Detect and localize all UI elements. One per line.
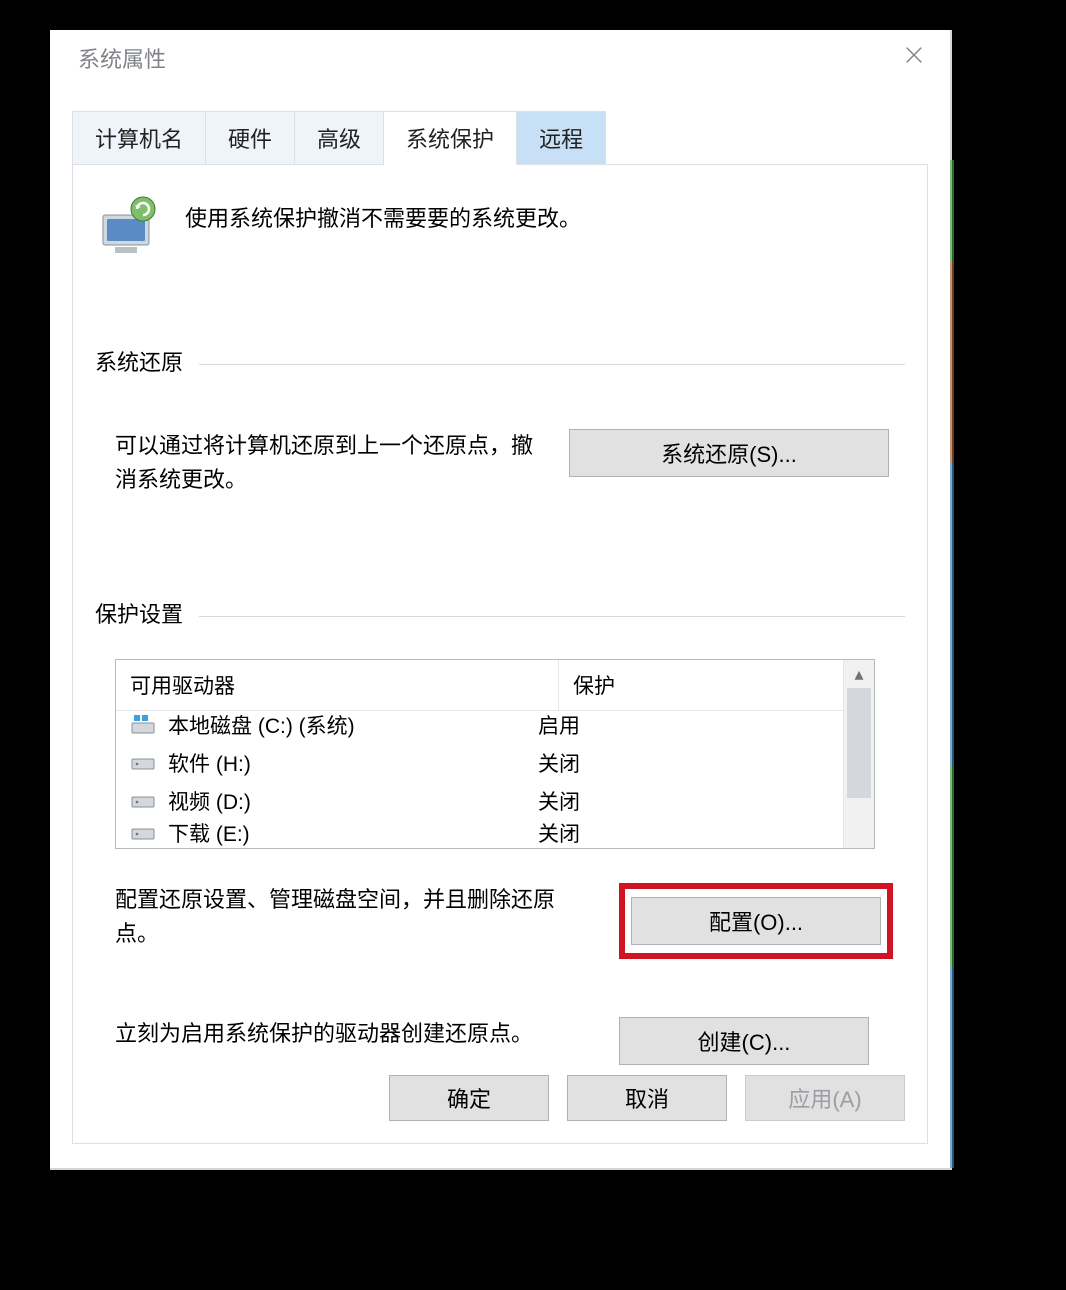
drives-listbox[interactable]: 可用驱动器 保护 本地磁盘 (C:) (系统) 启用 — [115, 659, 875, 849]
window-title: 系统属性 — [78, 42, 166, 74]
dialog-button-row: 确定 取消 应用(A) — [389, 1075, 905, 1121]
drive-name: 下载 (E:) — [168, 820, 538, 846]
col-protection[interactable]: 保护 — [559, 660, 875, 711]
disk-icon — [130, 821, 158, 845]
table-row[interactable]: 本地磁盘 (C:) (系统) 启用 — [116, 706, 844, 744]
divider — [199, 364, 905, 365]
section-title-restore: 系统还原 — [95, 345, 183, 377]
section-title-protection: 保护设置 — [95, 597, 183, 629]
intro-text: 使用系统保护撤消不需要要的系统更改。 — [185, 195, 581, 233]
create-button[interactable]: 创建(C)... — [619, 1017, 869, 1065]
col-drive[interactable]: 可用驱动器 — [116, 660, 559, 711]
section-protection-settings: 保护设置 可用驱动器 保护 — [95, 597, 905, 1065]
intro-row: 使用系统保护撤消不需要要的系统更改。 — [95, 189, 905, 261]
close-button[interactable] — [884, 30, 944, 86]
drive-name: 视频 (D:) — [168, 786, 538, 816]
tab-computer-name[interactable]: 计算机名 — [72, 111, 206, 165]
drive-name: 软件 (H:) — [168, 748, 538, 778]
system-properties-window: 系统属性 计算机名 硬件 高级 系统保护 远程 — [50, 30, 952, 1170]
system-restore-button[interactable]: 系统还原(S)... — [569, 429, 889, 477]
drives-header: 可用驱动器 保护 — [116, 660, 874, 711]
tab-hardware[interactable]: 硬件 — [206, 111, 295, 165]
configure-button[interactable]: 配置(O)... — [631, 897, 881, 945]
scroll-thumb[interactable] — [847, 688, 871, 798]
configure-row: 配置还原设置、管理磁盘空间，并且删除还原点。 配置(O)... — [95, 883, 905, 959]
tab-strip: 计算机名 硬件 高级 系统保护 远程 — [72, 110, 950, 164]
close-icon — [903, 44, 925, 72]
configure-text: 配置还原设置、管理磁盘空间，并且删除还原点。 — [115, 883, 595, 951]
section-system-restore: 系统还原 可以通过将计算机还原到上一个还原点，撤消系统更改。 系统还原(S)..… — [95, 345, 905, 497]
table-row[interactable]: 视频 (D:) 关闭 — [116, 782, 844, 820]
table-row[interactable]: 下载 (E:) 关闭 — [116, 820, 844, 846]
drive-status: 关闭 — [538, 820, 580, 846]
configure-highlight: 配置(O)... — [619, 883, 893, 959]
restore-description: 可以通过将计算机还原到上一个还原点，撤消系统更改。 — [115, 429, 545, 497]
tab-panel-system-protection: 使用系统保护撤消不需要要的系统更改。 系统还原 可以通过将计算机还原到上一个还原… — [72, 164, 928, 1144]
drive-status: 关闭 — [538, 748, 580, 778]
create-text: 立刻为启用系统保护的驱动器创建还原点。 — [115, 1017, 595, 1051]
title-bar: 系统属性 — [50, 30, 950, 86]
ok-button[interactable]: 确定 — [389, 1075, 549, 1121]
tab-remote[interactable]: 远程 — [517, 111, 606, 165]
create-row: 立刻为启用系统保护的驱动器创建还原点。 创建(C)... — [95, 1017, 905, 1065]
apply-button[interactable]: 应用(A) — [745, 1075, 905, 1121]
drive-name: 本地磁盘 (C:) (系统) — [168, 710, 538, 740]
cancel-button[interactable]: 取消 — [567, 1075, 727, 1121]
drive-status: 启用 — [538, 710, 580, 740]
tab-advanced[interactable]: 高级 — [295, 111, 384, 165]
divider — [199, 616, 905, 617]
background-edge — [950, 160, 954, 1168]
scroll-up-icon[interactable]: ▴ — [844, 660, 874, 688]
system-protection-icon — [97, 195, 161, 255]
tab-system-protection[interactable]: 系统保护 — [384, 111, 517, 165]
table-row[interactable]: 软件 (H:) 关闭 — [116, 744, 844, 782]
disk-icon — [130, 789, 158, 813]
system-disk-icon — [130, 713, 158, 737]
drive-status: 关闭 — [538, 786, 580, 816]
scrollbar[interactable]: ▴ — [843, 660, 874, 848]
disk-icon — [130, 751, 158, 775]
